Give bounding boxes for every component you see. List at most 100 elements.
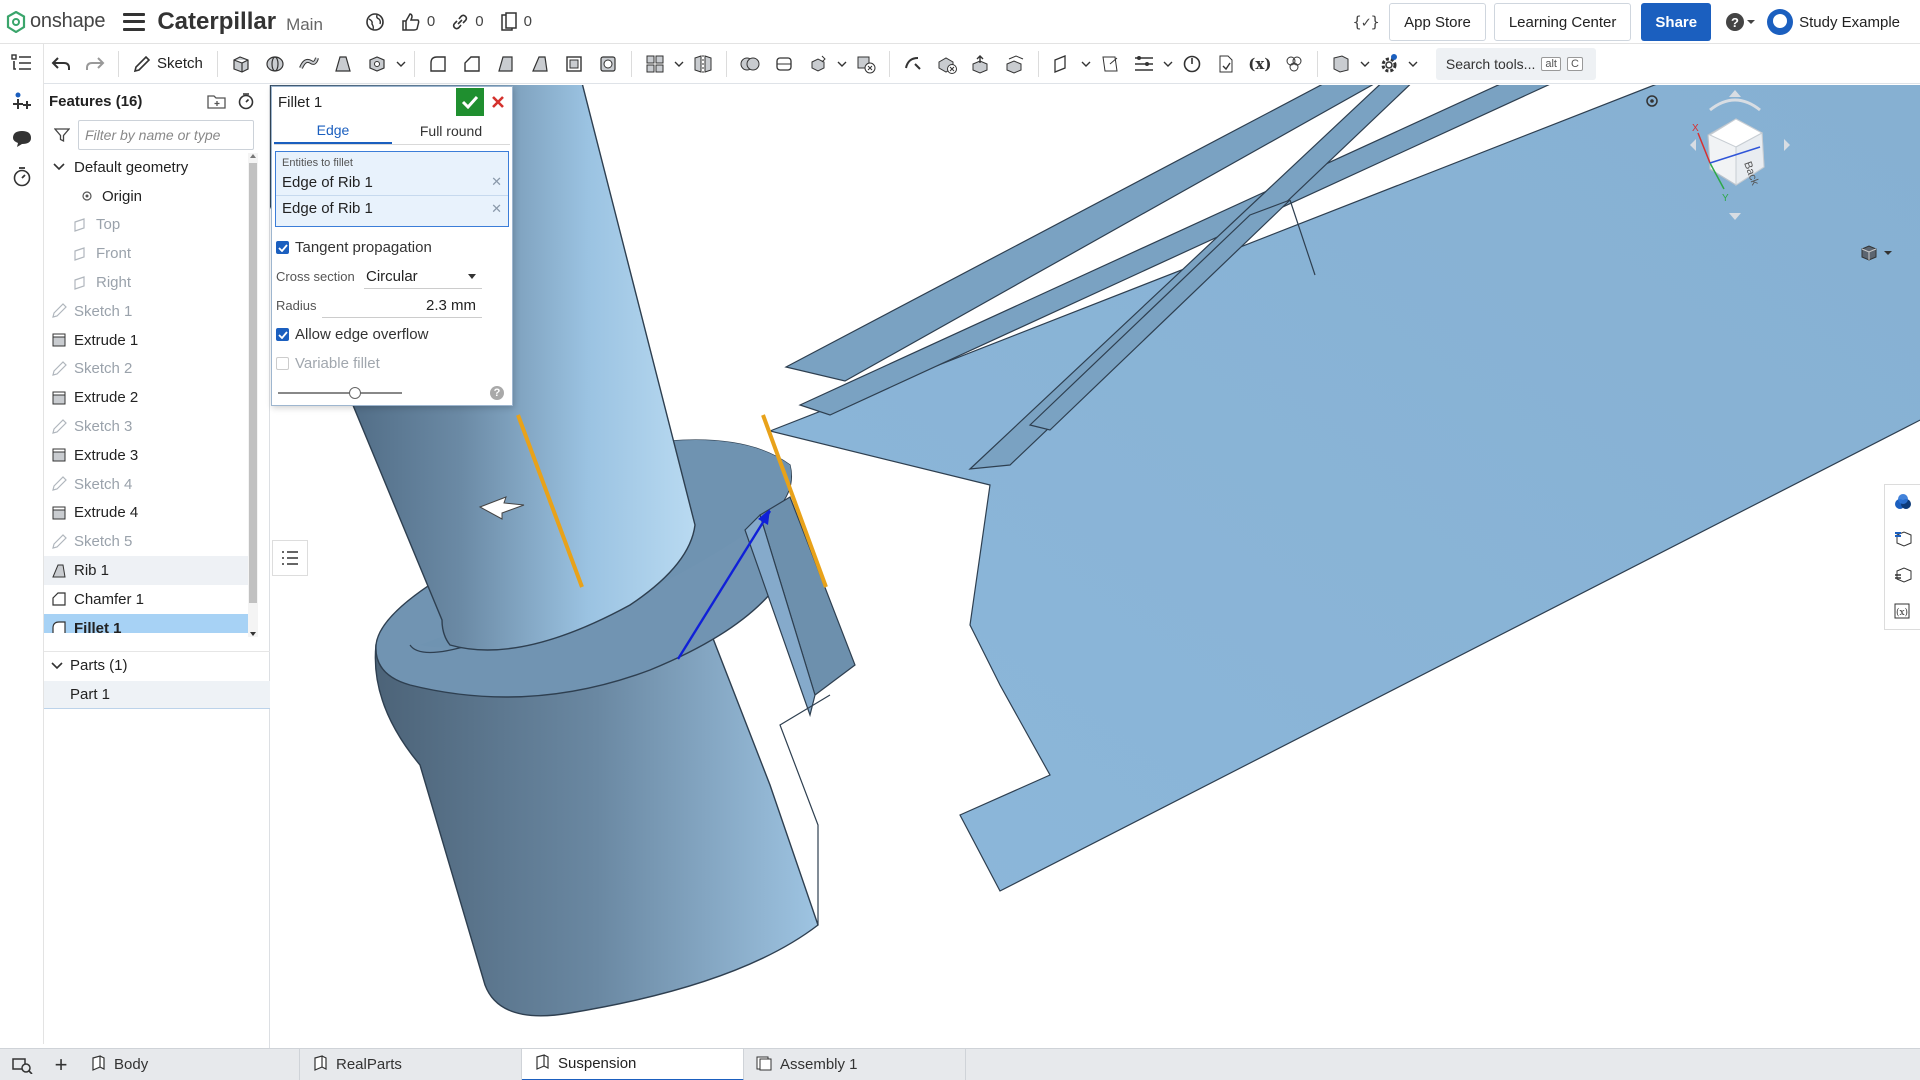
- feature-tree-item[interactable]: Sketch 3: [44, 412, 254, 441]
- revolve-icon[interactable]: [258, 47, 292, 81]
- derived-icon[interactable]: [1209, 47, 1243, 81]
- feature-filter-input[interactable]: [78, 120, 254, 150]
- hole-icon[interactable]: [591, 47, 625, 81]
- add-folder-icon[interactable]: [207, 92, 227, 110]
- user-menu[interactable]: Study Example: [1767, 9, 1900, 35]
- comments-icon[interactable]: [0, 120, 44, 158]
- feature-list-icon[interactable]: [0, 44, 44, 82]
- preview-slider[interactable]: [278, 387, 402, 399]
- sweep-icon[interactable]: [292, 47, 326, 81]
- rollback-timer-icon[interactable]: [237, 92, 255, 110]
- move-face-icon[interactable]: [964, 47, 998, 81]
- modify-fillet-icon[interactable]: [896, 47, 930, 81]
- chevron-down-icon[interactable]: [1079, 47, 1093, 81]
- feature-tree-item[interactable]: Sketch 5: [44, 527, 254, 556]
- feature-tree-item[interactable]: Extrude 1: [44, 326, 254, 355]
- allow-edge-overflow-checkbox[interactable]: [276, 328, 289, 341]
- tangent-propagation-checkbox[interactable]: [276, 241, 289, 254]
- cross-section-select[interactable]: Circular: [364, 265, 482, 289]
- feature-tree-item[interactable]: Rib 1: [44, 556, 254, 585]
- fillet-icon[interactable]: [421, 47, 455, 81]
- feature-tree-item[interactable]: Origin: [44, 182, 254, 211]
- view-cube[interactable]: Back X Y: [1660, 85, 1810, 235]
- variables-icon[interactable]: {✓}: [1351, 7, 1381, 37]
- appearance-icon[interactable]: [1885, 485, 1920, 521]
- graphics-viewport[interactable]: Back X Y: [270, 85, 1920, 1048]
- delete-part-icon[interactable]: [849, 47, 883, 81]
- variable-table-icon[interactable]: (x): [1885, 593, 1920, 629]
- plane-icon[interactable]: [1045, 47, 1079, 81]
- feature-tree-item[interactable]: Extrude 2: [44, 383, 254, 412]
- rib-icon[interactable]: [523, 47, 557, 81]
- hamburger-menu-icon[interactable]: [123, 12, 146, 31]
- measure-icon[interactable]: [1175, 47, 1209, 81]
- mate-connector-icon[interactable]: [1093, 47, 1127, 81]
- boolean-icon[interactable]: [733, 47, 767, 81]
- undo-icon[interactable]: [44, 47, 78, 81]
- list-toggle-icon[interactable]: [272, 540, 308, 576]
- cancel-close-icon[interactable]: [484, 88, 512, 116]
- draft-icon[interactable]: [489, 47, 523, 81]
- bill-of-materials-icon[interactable]: [1885, 521, 1920, 557]
- search-tools-input[interactable]: Search tools... alt C: [1435, 47, 1596, 80]
- entities-to-fillet-field[interactable]: Entities to fillet Edge of Rib 1 ✕ Edge …: [275, 151, 509, 227]
- mirror-icon[interactable]: [686, 47, 720, 81]
- allow-edge-overflow-option[interactable]: Allow edge overflow: [272, 320, 512, 349]
- feature-tree-item[interactable]: Fillet 1: [44, 613, 254, 633]
- extrude-icon[interactable]: [224, 47, 258, 81]
- remove-entity-icon[interactable]: ✕: [491, 201, 502, 217]
- filter-icon[interactable]: [54, 127, 70, 143]
- chamfer-icon[interactable]: [455, 47, 489, 81]
- feature-tree-item[interactable]: Extrude 3: [44, 441, 254, 470]
- remove-entity-icon[interactable]: ✕: [491, 174, 502, 190]
- add-tab-button[interactable]: +: [44, 1049, 78, 1080]
- feature-tree-item[interactable]: Right: [44, 268, 254, 297]
- helix-icon[interactable]: [1127, 47, 1161, 81]
- part-item[interactable]: Part 1: [44, 681, 270, 709]
- chevron-down-icon[interactable]: [394, 47, 408, 81]
- tab-full-round[interactable]: Full round: [392, 117, 510, 144]
- globe-icon[interactable]: [365, 12, 385, 32]
- parts-list-header[interactable]: Parts (1): [44, 651, 270, 679]
- document-tab[interactable]: Suspension: [522, 1048, 744, 1080]
- chevron-down-icon[interactable]: [1406, 47, 1420, 81]
- feature-tree-scrollbar[interactable]: [248, 153, 258, 637]
- view-mode-icon[interactable]: [1858, 243, 1894, 263]
- configurations-icon[interactable]: [1885, 557, 1920, 593]
- feature-tree-item[interactable]: Top: [44, 211, 254, 240]
- likes-stat[interactable]: 0: [401, 12, 435, 32]
- branch-name[interactable]: Main: [286, 15, 323, 35]
- tab-manager-icon[interactable]: [0, 1049, 44, 1080]
- variable-icon[interactable]: (x): [1243, 47, 1277, 81]
- help-icon[interactable]: ?: [1725, 12, 1756, 32]
- sheet-metal-icon[interactable]: [1277, 47, 1311, 81]
- onshape-logo[interactable]: onshape: [6, 10, 106, 33]
- entity-item[interactable]: Edge of Rib 1 ✕: [276, 169, 508, 195]
- feature-tree-item[interactable]: Sketch 1: [44, 297, 254, 326]
- view-cube-settings-icon[interactable]: [1644, 93, 1660, 109]
- dialog-title[interactable]: Fillet 1: [278, 94, 322, 111]
- custom-features-gear-icon[interactable]: [1372, 47, 1406, 81]
- frame-icon[interactable]: [1324, 47, 1358, 81]
- variable-fillet-option[interactable]: Variable fillet: [272, 349, 512, 378]
- history-timer-icon[interactable]: [0, 158, 44, 196]
- feature-tree-item[interactable]: Default geometry: [44, 153, 254, 182]
- delete-face-icon[interactable]: [930, 47, 964, 81]
- chevron-down-icon[interactable]: [1161, 47, 1175, 81]
- pattern-icon[interactable]: [638, 47, 672, 81]
- shell-icon[interactable]: [557, 47, 591, 81]
- accept-checkmark-icon[interactable]: [456, 88, 484, 116]
- redo-icon[interactable]: [78, 47, 112, 81]
- feature-tree-item[interactable]: Front: [44, 239, 254, 268]
- sketch-button[interactable]: Sketch: [125, 47, 211, 81]
- insert-part-icon[interactable]: [0, 82, 44, 120]
- chevron-down-icon[interactable]: [672, 47, 686, 81]
- feature-tree-item[interactable]: Chamfer 1: [44, 585, 254, 614]
- document-tab[interactable]: RealParts: [300, 1048, 522, 1080]
- document-tab[interactable]: Assembly 1: [744, 1048, 966, 1080]
- copies-stat[interactable]: 0: [500, 11, 532, 32]
- feature-tree-item[interactable]: Extrude 4: [44, 499, 254, 528]
- chevron-down-icon[interactable]: [835, 47, 849, 81]
- chevron-down-icon[interactable]: [1358, 47, 1372, 81]
- slider-handle[interactable]: [348, 387, 361, 399]
